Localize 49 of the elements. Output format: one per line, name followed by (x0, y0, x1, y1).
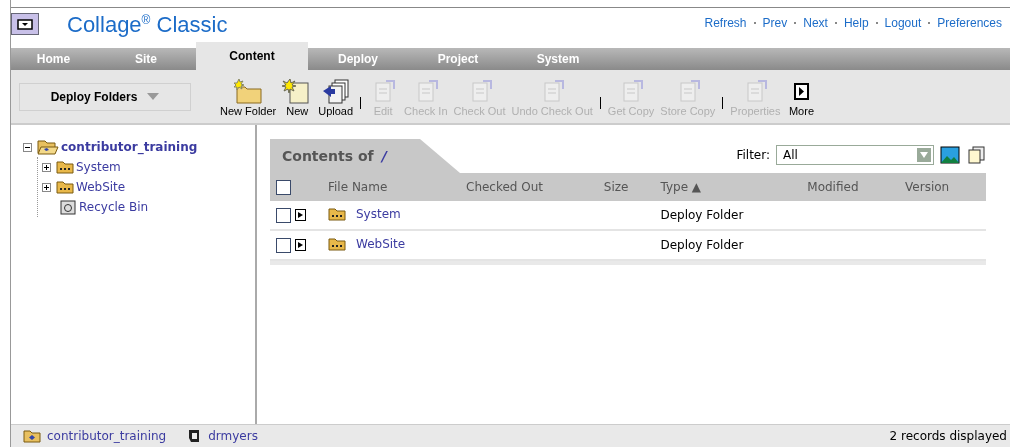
toolbar-button[interactable]: New Folder (217, 76, 280, 117)
folder-icon (328, 206, 346, 221)
tree-toggle[interactable] (42, 182, 51, 192)
tree-item[interactable]: WebSite (76, 180, 126, 194)
tree-toggle[interactable] (42, 162, 51, 172)
documents-icon[interactable] (966, 146, 986, 164)
toolbar-icon (233, 76, 264, 105)
folder-icon (56, 180, 74, 194)
expand-icon[interactable] (294, 209, 306, 221)
tree-item[interactable]: contributor_training (61, 140, 198, 154)
toolbar-button[interactable]: More (783, 76, 820, 117)
tree-item[interactable]: System (76, 160, 121, 174)
row-checkbox[interactable] (276, 207, 291, 223)
header-link[interactable]: Prev (762, 16, 788, 30)
image-icon[interactable] (940, 146, 960, 164)
user-link[interactable]: drmyers (208, 429, 258, 443)
panel-title: Contents of (282, 148, 374, 164)
filter-dropdown[interactable]: All (776, 145, 934, 165)
caret-icon (917, 148, 931, 162)
toolbar-button[interactable]: Upload (315, 76, 357, 117)
path-link[interactable]: / (381, 148, 387, 164)
tree-toggle[interactable] (23, 142, 32, 152)
column-header[interactable]: Type ▲ (660, 180, 702, 194)
header-link[interactable]: Logout (884, 16, 922, 30)
caret-icon (147, 93, 160, 100)
folder-icon (23, 429, 41, 443)
header-link[interactable]: Preferences (937, 16, 1002, 30)
view-dropdown[interactable]: Deploy Folders (19, 82, 191, 111)
app-title: Collage$^{®}$ Classic (67, 12, 228, 38)
row-checkbox[interactable] (276, 237, 291, 253)
open-folder-icon (37, 139, 59, 155)
type-cell: Deploy Folder (660, 208, 744, 222)
file-name-link[interactable]: WebSite (356, 236, 406, 251)
header-link[interactable]: Next (803, 16, 828, 30)
recycle-bin-icon (59, 199, 77, 215)
select-all-checkbox[interactable] (276, 179, 291, 195)
header-link[interactable]: Help (843, 16, 869, 30)
folder-icon (56, 160, 74, 174)
file-name-link[interactable]: System (356, 206, 401, 221)
type-cell: Deploy Folder (660, 238, 744, 252)
tree-item[interactable]: Recycle Bin (79, 200, 149, 214)
expand-icon[interactable] (294, 239, 306, 251)
toolbar-button[interactable]: New (279, 76, 316, 117)
site-link[interactable]: contributor_training (47, 429, 167, 443)
folder-icon (328, 236, 346, 251)
header-link[interactable]: Refresh (704, 16, 747, 30)
record-count: 2 records displayed (889, 429, 1007, 443)
filter-label: Filter: (736, 148, 770, 162)
nav-tab[interactable]: Content (196, 42, 308, 70)
